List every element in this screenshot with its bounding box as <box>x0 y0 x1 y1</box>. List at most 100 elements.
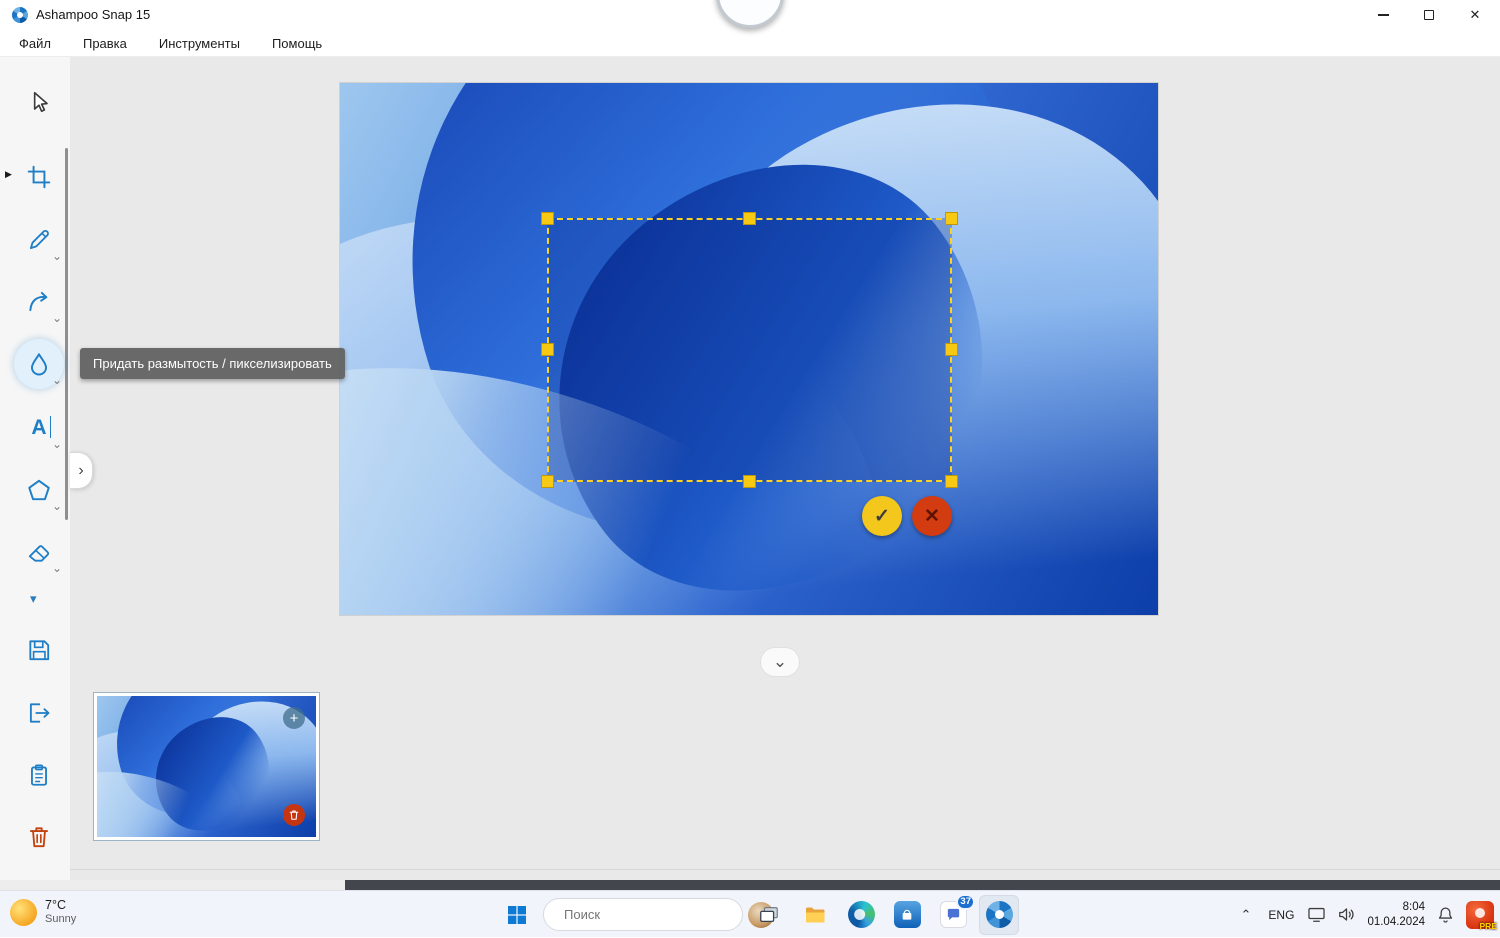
chat-badge: 37 <box>956 893 975 910</box>
cursor-icon <box>33 91 48 113</box>
capture-thumbnail[interactable]: + <box>93 692 320 841</box>
tool-sidebar: ▶ ⌄ ⌄ ⌄ A ⌄ ⌄ ⌄ ▾ <box>0 57 70 880</box>
chevron-down-icon[interactable]: ⌄ <box>52 438 62 450</box>
delete-button[interactable] <box>17 815 61 859</box>
maximize-button[interactable] <box>1406 0 1452 30</box>
menu-bar: Файл Правка Инструменты Помощь <box>0 30 1500 57</box>
chevron-down-icon[interactable]: ⌄ <box>52 312 62 324</box>
clock-time: 8:04 <box>1402 901 1425 914</box>
blur-selection-region[interactable] <box>541 212 958 488</box>
clipboard-button[interactable] <box>17 753 61 797</box>
notification-bell-icon[interactable] <box>1436 905 1455 924</box>
sidebar-scrollbar[interactable] <box>65 148 68 520</box>
snap-tray-icon[interactable]: PRE <box>1466 900 1497 931</box>
menu-tools[interactable]: Инструменты <box>159 36 240 51</box>
volume-icon[interactable] <box>1337 905 1356 924</box>
selection-handle-bottom-middle[interactable] <box>742 475 756 488</box>
plus-icon: + <box>289 709 299 727</box>
clock-widget[interactable]: 8:04 01.04.2024 <box>1367 900 1425 929</box>
taskbar: 7°C Sunny Поиск 37 ⌃ ENG 8:04 01.04.2024… <box>0 890 1500 937</box>
curved-arrow-icon <box>29 291 48 312</box>
check-icon: ✓ <box>874 505 890 527</box>
snap-aperture-icon <box>985 901 1013 928</box>
app-window: Ashampoo Snap 15 ✕ Файл Правка Инструмен… <box>0 0 1500 937</box>
minimize-button[interactable] <box>1360 0 1406 30</box>
menu-file[interactable]: Файл <box>19 36 51 51</box>
editor-content: ▶ ⌄ ⌄ ⌄ A ⌄ ⌄ ⌄ ▾ › ✓ ✕ ⌄ + <box>0 57 1500 880</box>
edge-icon <box>847 901 875 928</box>
save-button[interactable] <box>17 628 61 672</box>
tool-crop[interactable] <box>17 155 61 199</box>
sidebar-expander[interactable]: › <box>70 452 93 489</box>
droplet-icon <box>30 353 48 376</box>
chat-button[interactable]: 37 <box>933 893 975 935</box>
trash-icon <box>29 827 49 848</box>
weather-widget[interactable]: 7°C Sunny <box>10 898 76 926</box>
windows-logo-icon <box>508 905 526 924</box>
taskbar-center: 37 <box>497 893 1019 935</box>
selection-handle-top-left[interactable] <box>541 212 554 225</box>
weather-temp: 7°C <box>45 898 66 912</box>
more-tools-icon[interactable]: ▾ <box>30 591 37 607</box>
tool-arrow[interactable]: ⌄ <box>17 280 62 324</box>
edge-browser-button[interactable] <box>841 895 881 935</box>
trash-icon <box>289 810 299 820</box>
cancel-button[interactable]: ✕ <box>912 496 952 536</box>
store-button[interactable] <box>887 895 927 935</box>
weather-condition: Sunny <box>45 913 77 925</box>
selection-handle-middle-right[interactable] <box>945 343 958 356</box>
selection-handle-bottom-right[interactable] <box>945 475 958 488</box>
task-view-button[interactable] <box>749 895 789 935</box>
maximize-icon <box>1424 10 1434 20</box>
tool-select[interactable] <box>17 80 61 124</box>
thumbnail-zoom-button[interactable]: + <box>283 707 305 729</box>
pre-badge: PRE <box>1479 920 1497 931</box>
eraser-icon <box>28 545 50 562</box>
thumbnail-delete-button[interactable] <box>283 804 305 826</box>
chevron-down-icon[interactable]: ⌄ <box>52 500 62 512</box>
cross-icon: ✕ <box>924 505 940 527</box>
close-button[interactable]: ✕ <box>1452 0 1498 30</box>
snap-app-button[interactable] <box>979 894 1019 935</box>
selection-handle-middle-left[interactable] <box>541 343 554 356</box>
minimize-icon <box>1377 14 1389 16</box>
editor-canvas[interactable]: ✓ ✕ <box>340 83 1158 615</box>
tool-group-marker-icon: ▶ <box>5 169 12 179</box>
crop-icon <box>27 165 51 189</box>
close-icon: ✕ <box>1469 7 1481 22</box>
selection-handle-top-middle[interactable] <box>742 212 756 225</box>
start-button[interactable] <box>497 895 537 935</box>
chevron-down-icon[interactable]: ⌄ <box>52 250 62 262</box>
network-icon[interactable] <box>1307 905 1326 924</box>
tool-pen[interactable]: ⌄ <box>17 218 62 262</box>
menu-help[interactable]: Помощь <box>272 36 322 51</box>
language-indicator[interactable]: ENG <box>1266 904 1296 926</box>
window-title: Ashampoo Snap 15 <box>36 7 151 22</box>
tooltip: Придать размытость / пикселизировать <box>80 348 345 379</box>
selection-handle-top-right[interactable] <box>945 212 958 225</box>
selection-handle-bottom-left[interactable] <box>541 475 554 488</box>
chevron-down-icon[interactable]: ⌄ <box>52 374 62 386</box>
tray-divider <box>70 869 1500 870</box>
tool-text[interactable]: A ⌄ <box>17 406 62 450</box>
taskbar-search[interactable] <box>543 898 774 931</box>
tray-chevron-up[interactable]: ⌃ <box>1237 903 1256 927</box>
tool-blur[interactable]: ⌄ <box>14 339 64 389</box>
chevron-down-icon[interactable]: ⌄ <box>52 562 62 574</box>
desktop-strip <box>0 880 1500 890</box>
app-logo-icon <box>12 7 28 23</box>
search-input[interactable] <box>564 907 740 922</box>
expand-right-icon: › <box>78 461 84 479</box>
text-caret-icon <box>49 416 51 438</box>
menu-edit[interactable]: Правка <box>83 36 127 51</box>
chevron-down-icon: ⌄ <box>772 652 788 671</box>
confirm-button[interactable]: ✓ <box>862 496 902 536</box>
collapse-panel-button[interactable]: ⌄ <box>760 647 800 677</box>
task-view-icon <box>760 906 778 922</box>
sun-icon <box>10 898 37 926</box>
export-button[interactable] <box>17 691 61 735</box>
file-explorer-button[interactable] <box>795 895 835 935</box>
tool-eraser[interactable]: ⌄ <box>17 530 62 574</box>
tool-shape[interactable]: ⌄ <box>17 468 62 512</box>
desktop-strip-dark <box>345 880 1500 890</box>
